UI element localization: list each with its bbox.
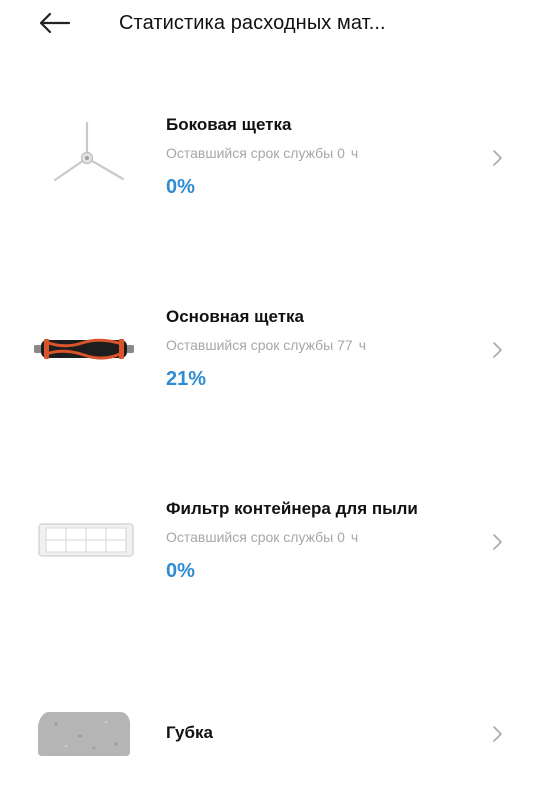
- remaining-life-value: 0: [337, 529, 345, 545]
- item-name: Боковая щетка: [166, 115, 292, 134]
- remaining-life-label: Оставшийся срок службы: [166, 337, 334, 353]
- main-brush-icon: [34, 338, 134, 360]
- percent-value: 0%: [166, 176, 195, 198]
- percent-value: 0%: [166, 560, 195, 582]
- percent-value: 21%: [166, 368, 207, 390]
- remaining-life-text: Оставшийся срок службы 0ч: [166, 145, 358, 161]
- remaining-life-unit: ч: [350, 529, 359, 545]
- list-item-sponge[interactable]: Губка: [0, 690, 539, 780]
- back-button[interactable]: [34, 6, 74, 40]
- dust-filter-icon: [38, 523, 134, 557]
- arrow-left-icon: [39, 12, 71, 34]
- page-title: Статистика расходных мат...: [119, 12, 386, 34]
- list-item-side-brush[interactable]: Боковая щетка Оставшийся срок службы 0ч …: [0, 100, 539, 240]
- chevron-right-icon: [493, 342, 502, 358]
- remaining-life-label: Оставшийся срок службы: [166, 529, 334, 545]
- item-name: Губка: [166, 723, 213, 742]
- remaining-life-text: Оставшийся срок службы 77 ч: [166, 337, 366, 353]
- remaining-life-value: 77: [337, 337, 353, 353]
- top-bar: Статистика расходных мат...: [0, 0, 539, 50]
- remaining-life-text: Оставшийся срок службы 0ч: [166, 529, 358, 545]
- item-name: Фильтр контейнера для пыли: [166, 499, 418, 518]
- chevron-right-icon: [493, 726, 502, 742]
- remaining-life-unit: ч: [350, 145, 359, 161]
- remaining-life-value: 0: [337, 145, 345, 161]
- sponge-icon: [38, 712, 130, 756]
- chevron-right-icon: [493, 150, 502, 166]
- chevron-right-icon: [493, 534, 502, 550]
- item-name: Основная щетка: [166, 307, 305, 326]
- remaining-life-label: Оставшийся срок службы: [166, 145, 334, 161]
- side-brush-icon: [53, 121, 125, 182]
- remaining-life-unit: ч: [358, 337, 366, 353]
- list-item-main-brush[interactable]: Основная щетка Оставшийся срок службы 77…: [0, 292, 539, 432]
- list-item-dust-filter[interactable]: Фильтр контейнера для пыли Оставшийся ср…: [0, 484, 539, 624]
